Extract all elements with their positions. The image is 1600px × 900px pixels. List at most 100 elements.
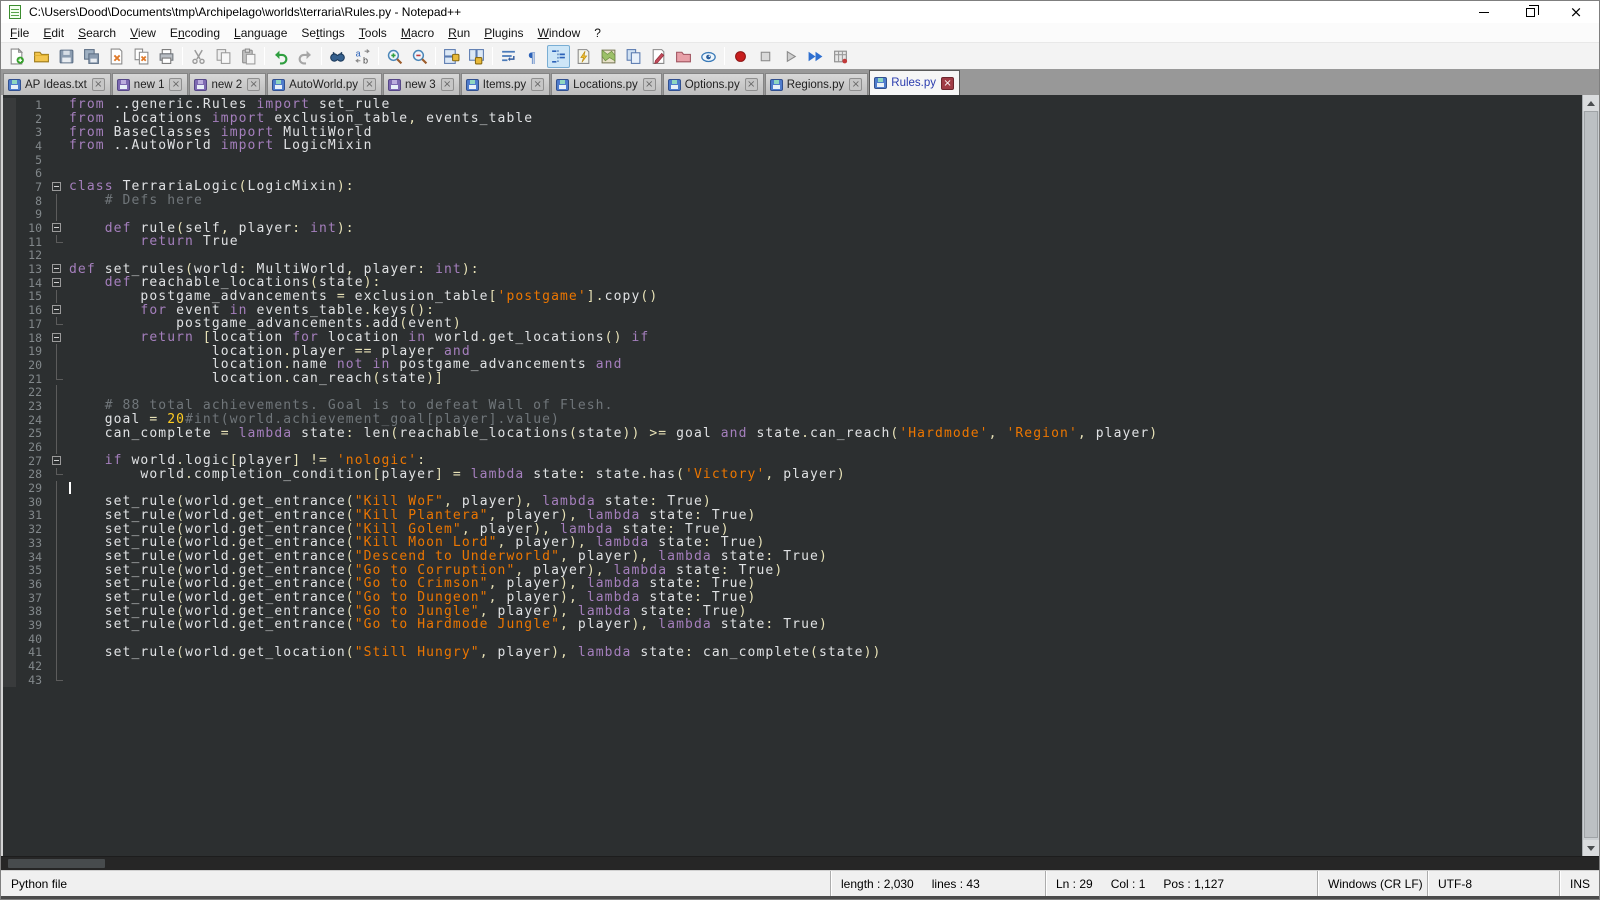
bookmark-margin[interactable] xyxy=(3,536,16,550)
vertical-scroll-track[interactable] xyxy=(1583,111,1599,840)
menu-macro[interactable]: Macro xyxy=(394,24,441,42)
tab-options-py[interactable]: Options.py× xyxy=(663,73,764,95)
horizontal-scrollbar[interactable] xyxy=(1,856,1599,870)
menu-tools[interactable]: Tools xyxy=(352,24,394,42)
tab-autoworld-py[interactable]: AutoWorld.py× xyxy=(267,73,382,95)
bookmark-margin[interactable] xyxy=(3,632,16,646)
tab-regions-py[interactable]: Regions.py× xyxy=(765,73,869,95)
tab-new-2[interactable]: new 2× xyxy=(189,73,266,95)
bookmark-margin[interactable] xyxy=(3,413,16,427)
status-insert-mode[interactable]: INS xyxy=(1559,871,1599,896)
close-tab-icon[interactable]: × xyxy=(745,78,758,91)
fold-margin[interactable] xyxy=(49,180,65,194)
close-doc-button[interactable] xyxy=(105,45,128,68)
bookmark-margin[interactable] xyxy=(3,180,16,194)
bookmark-margin[interactable] xyxy=(3,112,16,126)
bookmark-margin[interactable] xyxy=(3,577,16,591)
bookmark-margin[interactable] xyxy=(3,399,16,413)
folder-workspace-button[interactable] xyxy=(672,45,695,68)
status-encoding[interactable]: UTF-8 xyxy=(1427,871,1559,896)
show-all-characters-button[interactable]: ¶ xyxy=(522,45,545,68)
close-tab-icon[interactable]: × xyxy=(363,78,376,91)
paste-button[interactable] xyxy=(237,45,260,68)
fold-collapse-icon[interactable] xyxy=(52,182,61,191)
minimize-button[interactable] xyxy=(1461,1,1507,23)
bookmark-margin[interactable] xyxy=(3,276,16,290)
tab-rules-py[interactable]: Rules.py× xyxy=(869,70,960,95)
close-tab-icon[interactable]: × xyxy=(643,78,656,91)
bookmark-margin[interactable] xyxy=(3,604,16,618)
bookmark-margin[interactable] xyxy=(3,125,16,139)
status-eol-format[interactable]: Windows (CR LF) xyxy=(1317,871,1427,896)
menu-encoding[interactable]: Encoding xyxy=(163,24,227,42)
fold-collapse-icon[interactable] xyxy=(52,264,61,273)
restore-button[interactable] xyxy=(1507,1,1553,23)
menu-settings[interactable]: Settings xyxy=(294,24,351,42)
menu-search[interactable]: Search xyxy=(71,24,123,42)
find-button[interactable] xyxy=(326,45,349,68)
fold-collapse-icon[interactable] xyxy=(52,305,61,314)
bookmark-margin[interactable] xyxy=(3,208,16,222)
fold-collapse-icon[interactable] xyxy=(52,278,61,287)
sync-vertical-button[interactable] xyxy=(440,45,463,68)
edit-marker-button[interactable] xyxy=(647,45,670,68)
bookmark-margin[interactable] xyxy=(3,673,16,687)
bookmark-margin[interactable] xyxy=(3,495,16,509)
bookmark-margin[interactable] xyxy=(3,563,16,577)
copy-button[interactable] xyxy=(212,45,235,68)
bookmark-margin[interactable] xyxy=(3,550,16,564)
code-editor[interactable]: 1from ..generic.Rules import set_rule2fr… xyxy=(1,95,1582,856)
bookmark-margin[interactable] xyxy=(3,659,16,673)
bookmark-margin[interactable] xyxy=(3,591,16,605)
bookmark-margin[interactable] xyxy=(3,440,16,454)
close-tab-icon[interactable]: × xyxy=(531,78,544,91)
bookmark-margin[interactable] xyxy=(3,139,16,153)
view-eye-button[interactable] xyxy=(697,45,720,68)
tab-ap-ideas-txt[interactable]: AP Ideas.txt× xyxy=(3,73,111,95)
menu-view[interactable]: View xyxy=(123,24,163,42)
bookmark-margin[interactable] xyxy=(3,468,16,482)
menu-file[interactable]: File xyxy=(3,24,36,42)
macro-stop-button[interactable] xyxy=(754,45,777,68)
bookmark-margin[interactable] xyxy=(3,235,16,249)
save-all-button[interactable] xyxy=(80,45,103,68)
cut-button[interactable] xyxy=(187,45,210,68)
close-tab-icon[interactable]: × xyxy=(247,78,260,91)
fold-margin[interactable] xyxy=(49,454,65,468)
indent-guide-button[interactable] xyxy=(547,45,570,68)
fold-margin[interactable] xyxy=(49,331,65,345)
zoom-in-button[interactable] xyxy=(383,45,406,68)
close-tab-icon[interactable]: × xyxy=(941,77,954,90)
bookmark-margin[interactable] xyxy=(3,618,16,632)
bookmark-margin[interactable] xyxy=(3,344,16,358)
undo-button[interactable] xyxy=(269,45,292,68)
fold-margin[interactable] xyxy=(49,221,65,235)
bookmark-margin[interactable] xyxy=(3,166,16,180)
redo-button[interactable] xyxy=(294,45,317,68)
bookmark-margin[interactable] xyxy=(3,372,16,386)
bookmark-margin[interactable] xyxy=(3,646,16,660)
bookmark-margin[interactable] xyxy=(3,194,16,208)
fold-margin[interactable] xyxy=(49,303,65,317)
scroll-up-button[interactable] xyxy=(1583,95,1599,111)
close-tab-icon[interactable]: × xyxy=(441,78,454,91)
bookmark-margin[interactable] xyxy=(3,221,16,235)
bookmark-margin[interactable] xyxy=(3,481,16,495)
close-button[interactable]: × xyxy=(1553,1,1599,23)
lightning-doc-button[interactable] xyxy=(572,45,595,68)
word-wrap-button[interactable] xyxy=(497,45,520,68)
menu-edit[interactable]: Edit xyxy=(36,24,71,42)
menu-[interactable]: ? xyxy=(587,24,608,42)
close-all-button[interactable] xyxy=(130,45,153,68)
menu-language[interactable]: Language xyxy=(227,24,294,42)
macro-record-button[interactable] xyxy=(729,45,752,68)
fold-margin[interactable] xyxy=(49,262,65,276)
vertical-scroll-thumb[interactable] xyxy=(1584,111,1598,838)
fold-collapse-icon[interactable] xyxy=(52,456,61,465)
fold-margin[interactable] xyxy=(49,276,65,290)
menu-window[interactable]: Window xyxy=(531,24,588,42)
close-tab-icon[interactable]: × xyxy=(92,78,105,91)
close-tab-icon[interactable]: × xyxy=(849,78,862,91)
replace-button[interactable]: ab xyxy=(351,45,374,68)
macro-play-button[interactable] xyxy=(779,45,802,68)
